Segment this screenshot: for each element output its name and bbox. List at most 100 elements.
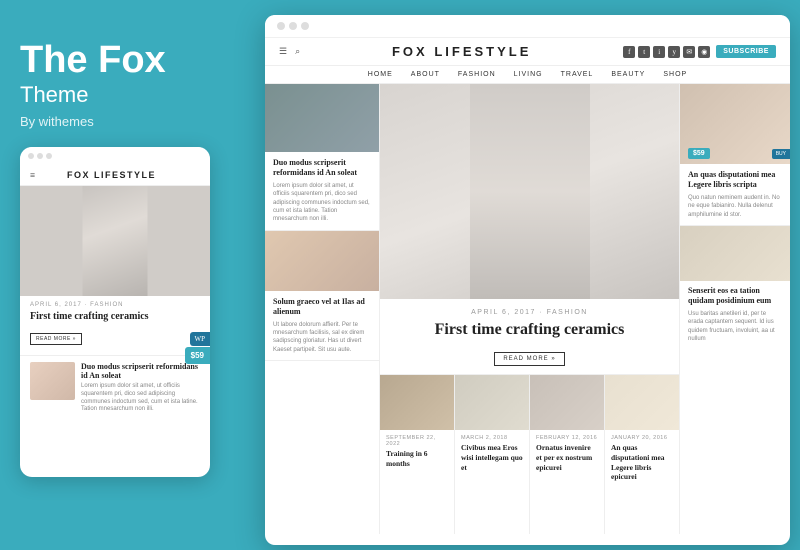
desktop-left-article-2: Solum graeco vel at Ilas ad alienum Ut l…	[265, 291, 379, 361]
mobile-bottom-text: Duo modus scripserit reformidans id An s…	[81, 362, 200, 414]
desktop-top-bar	[265, 15, 790, 38]
desktop-right-column: $59 BUY An quas disputationi mea Legere …	[680, 84, 790, 534]
desktop-center-caption: APRIL 6, 2017 · FASHION First time craft…	[380, 299, 679, 374]
mobile-article-title: First time crafting ceramics	[30, 310, 200, 323]
desktop-left-title-2: Solum graeco vel at Ilas ad alienum	[273, 297, 371, 318]
nav-travel[interactable]: TRAVEL	[561, 71, 594, 78]
desktop-left-image-2	[265, 231, 379, 291]
desktop-center-main-title: First time crafting ceramics	[400, 320, 659, 339]
desktop-right-article-1: An quas disputationi mea Legere libris s…	[680, 164, 790, 226]
desktop-header-right: f t i y ✉ ◉ SUBSCRIBE	[623, 45, 776, 58]
desktop-bottom-caption-1: SEPTEMBER 22, 2022 Training in 6 months	[380, 430, 454, 474]
desktop-right-article-2: Senserit eos ea tation quidam posidinium…	[680, 281, 790, 348]
mobile-dot-1	[28, 153, 34, 159]
desktop-left-body-2: Ut labore dolorum affierit. Per te mnesa…	[273, 321, 371, 355]
desktop-bottom-title-3: Ornatus invenire et per ex nostrum epicu…	[536, 443, 598, 472]
mobile-logo: FOX LIFESTYLE	[67, 170, 156, 180]
twitter-icon: t	[638, 46, 650, 58]
desktop-right-title-2: Senserit eos ea tation quidam posidinium…	[688, 286, 782, 307]
desktop-logo: FOX LIFESTYLE	[392, 44, 531, 59]
desktop-content: Duo modus scripserit reformidans id An s…	[265, 84, 790, 534]
desktop-right-body-2: Usu baritas anetileri id, per te erada c…	[688, 310, 782, 344]
desktop-dot-1	[277, 22, 285, 30]
theme-title: The Fox	[20, 40, 240, 82]
nav-about[interactable]: ABOUT	[411, 71, 440, 78]
mobile-hamburger-icon: ≡	[30, 170, 35, 180]
mobile-bottom-article: Duo modus scripserit reformidans id An s…	[20, 355, 210, 420]
desktop-right-title-1: An quas disputationi mea Legere libris s…	[688, 170, 782, 191]
desktop-dot-3	[301, 22, 309, 30]
nav-home[interactable]: HOME	[368, 71, 393, 78]
desktop-header: ☰ ⌕ FOX LIFESTYLE f t i y ✉ ◉ SUBSCRIBE	[265, 38, 790, 66]
nav-living[interactable]: LIVING	[514, 71, 543, 78]
desktop-left-image-1	[265, 84, 379, 152]
desktop-nav: HOME ABOUT FASHION LIVING TRAVEL BEAUTY …	[265, 66, 790, 84]
desktop-bottom-date-3: FEBRUARY 12, 2016	[536, 435, 598, 441]
nav-shop[interactable]: SHOP	[663, 71, 687, 78]
desktop-search-icon: ⌕	[295, 46, 300, 57]
nav-fashion[interactable]: FASHION	[458, 71, 496, 78]
desktop-bottom-title-4: An quas disputationi mea Legere libris e…	[611, 443, 673, 482]
desktop-right-price-badge: $59	[688, 148, 710, 159]
youtube-icon: y	[668, 46, 680, 58]
desktop-bottom-item-3: FEBRUARY 12, 2016 Ornatus invenire et pe…	[530, 375, 605, 534]
mobile-wp-badge: WP	[190, 332, 211, 346]
theme-subtitle: Theme	[20, 82, 240, 108]
desktop-social-icons: f t i y ✉ ◉	[623, 46, 710, 58]
desktop-left-image-overlay	[265, 84, 379, 152]
facebook-icon: f	[623, 46, 635, 58]
desktop-subscribe-button[interactable]: SUBSCRIBE	[716, 45, 776, 58]
desktop-bottom-date-2: MARCH 2, 2018	[461, 435, 523, 441]
mobile-article-section: APRIL 6, 2017 · FASHION First time craft…	[20, 296, 210, 355]
desktop-bottom-caption-3: FEBRUARY 12, 2016 Ornatus invenire et pe…	[530, 430, 604, 477]
mobile-hero-figure	[83, 186, 148, 296]
mail-icon: ✉	[683, 46, 695, 58]
desktop-bottom-item-2: MARCH 2, 2018 Civibus mea Eros wisi inte…	[455, 375, 530, 534]
mobile-dot-2	[37, 153, 43, 159]
desktop-center-column: APRIL 6, 2017 · FASHION First time craft…	[380, 84, 680, 534]
mobile-price-badge: $59	[185, 347, 210, 364]
theme-by: By withemes	[20, 114, 240, 129]
desktop-bottom-title-1: Training in 6 months	[386, 449, 448, 469]
desktop-bottom-caption-4: JANUARY 20, 2016 An quas disputationi me…	[605, 430, 679, 487]
desktop-bottom-caption-2: MARCH 2, 2018 Civibus mea Eros wisi inte…	[455, 430, 529, 477]
desktop-left-column: Duo modus scripserit reformidans id An s…	[265, 84, 380, 534]
mobile-thumbnail	[30, 362, 75, 400]
desktop-mockup: ☰ ⌕ FOX LIFESTYLE f t i y ✉ ◉ SUBSCRIBE …	[265, 15, 790, 545]
mobile-top-bar	[20, 147, 210, 165]
mobile-mockup: ≡ FOX LIFESTYLE WP $59 APRIL 6, 2017 · F…	[20, 147, 210, 477]
desktop-center-bottom-grid: SEPTEMBER 22, 2022 Training in 6 months …	[380, 374, 679, 534]
desktop-left-article-1: Duo modus scripserit reformidans id An s…	[265, 152, 379, 231]
mobile-hero-image	[20, 186, 210, 296]
desktop-header-left: ☰ ⌕	[279, 46, 300, 57]
desktop-right-image-1: $59 BUY	[680, 84, 790, 164]
desktop-center-hero-image	[380, 84, 679, 299]
desktop-center-date-cat: APRIL 6, 2017 · FASHION	[400, 309, 659, 316]
mobile-bottom-body: Lorem ipsum dolor sit amet, ut officiis …	[81, 383, 200, 414]
desktop-bottom-title-2: Civibus mea Eros wisi intellegam quo et	[461, 443, 523, 472]
desktop-hamburger-icon: ☰	[279, 46, 287, 57]
desktop-right-body-1: Quo natun neminem audent in. No ne eque …	[688, 194, 782, 219]
desktop-left-title-1: Duo modus scripserit reformidans id An s…	[273, 158, 371, 179]
desktop-bottom-image-2	[455, 375, 529, 430]
desktop-bottom-item-4: JANUARY 20, 2016 An quas disputationi me…	[605, 375, 679, 534]
instagram-icon: i	[653, 46, 665, 58]
rss-icon: ◉	[698, 46, 710, 58]
desktop-bottom-item-1: SEPTEMBER 22, 2022 Training in 6 months	[380, 375, 455, 534]
mobile-date-cat: APRIL 6, 2017 · FASHION	[30, 302, 200, 308]
nav-beauty[interactable]: BEAUTY	[611, 71, 645, 78]
desktop-bottom-date-4: JANUARY 20, 2016	[611, 435, 673, 441]
desktop-dot-2	[289, 22, 297, 30]
desktop-center-hero-figure	[470, 84, 590, 299]
desktop-bottom-image-4	[605, 375, 679, 430]
desktop-right-buy-label: BUY	[772, 149, 790, 159]
mobile-dot-3	[46, 153, 52, 159]
mobile-header: ≡ FOX LIFESTYLE	[20, 165, 210, 186]
mobile-bottom-title: Duo modus scripserit reformidans id An s…	[81, 362, 200, 381]
left-panel: The Fox Theme By withemes ≡ FOX LIFESTYL…	[20, 0, 240, 550]
desktop-bottom-image-1	[380, 375, 454, 430]
mobile-read-more-button[interactable]: READ MORE »	[30, 333, 82, 345]
desktop-center-read-more[interactable]: READ MORE »	[494, 352, 564, 366]
desktop-bottom-date-1: SEPTEMBER 22, 2022	[386, 435, 448, 447]
desktop-right-image-2	[680, 226, 790, 281]
